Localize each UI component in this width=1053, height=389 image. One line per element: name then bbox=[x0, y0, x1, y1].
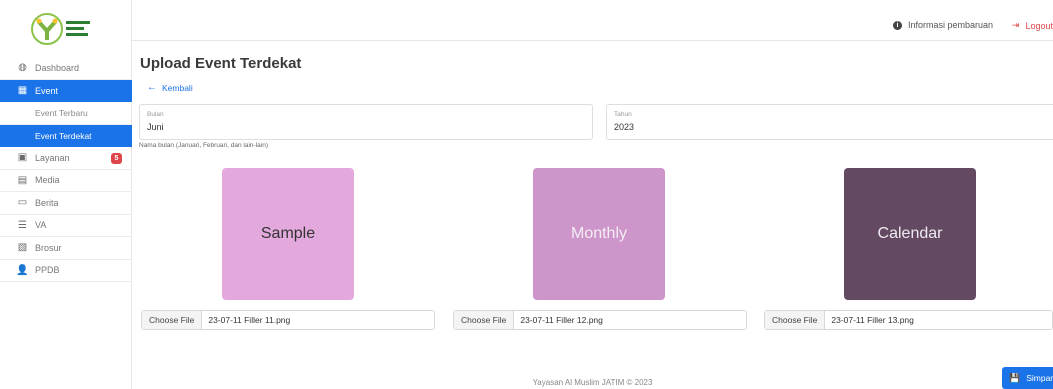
sidebar-item-label: Dashboard bbox=[35, 62, 80, 73]
choose-file-button[interactable]: Choose File bbox=[142, 311, 203, 329]
sidebar-item-label: Event bbox=[35, 85, 59, 96]
sidebar-item-event[interactable]: ▦ Event bbox=[0, 79, 132, 102]
file-input-3[interactable]: Choose File 23-07-11 Filler 13.png bbox=[764, 310, 1053, 330]
image-preview-text: Sample bbox=[260, 225, 316, 242]
calendar-icon: ▦ bbox=[17, 85, 28, 97]
dashboard-icon: ◍ bbox=[18, 62, 27, 74]
logout-label: Logout bbox=[1025, 20, 1053, 31]
back-link[interactable]: ← Kembali bbox=[147, 82, 193, 93]
tahun-field[interactable]: Tahun 2023 bbox=[606, 104, 1053, 140]
sidebar-item-label: Event Terdekat bbox=[35, 130, 92, 141]
file-input-2[interactable]: Choose File 23-07-11 Filler 12.png bbox=[453, 310, 747, 330]
sidebar-item-va[interactable]: ☰ VA bbox=[0, 215, 132, 237]
sidebar-subitem-event-terdekat[interactable]: Event Terdekat bbox=[0, 124, 132, 147]
bulan-field[interactable]: Bulan Juni bbox=[139, 104, 593, 140]
tahun-value: 2023 bbox=[614, 122, 635, 132]
image-preview-1: Sample bbox=[222, 168, 354, 300]
service-icon: ▣ bbox=[17, 152, 28, 164]
page-title: Upload Event Terdekat bbox=[140, 55, 302, 72]
sidebar-item-brosur[interactable]: ▧ Brosur bbox=[0, 237, 132, 260]
update-info-label: Informasi pembaruan bbox=[907, 20, 993, 30]
bulan-label: Bulan bbox=[147, 111, 164, 118]
bulan-help-text: Nama bulan (Januari, Februari, dan lain-… bbox=[139, 142, 268, 149]
sidebar-item-dashboard[interactable]: ◍ Dashboard bbox=[0, 57, 132, 80]
arrow-left-icon: ← bbox=[147, 82, 157, 93]
sidebar-subitem-event-terbaru[interactable]: Event Terbaru bbox=[0, 102, 132, 125]
sidebar-item-label: Brosur bbox=[35, 242, 62, 253]
tahun-label: Tahun bbox=[614, 111, 632, 118]
bulan-value: Juni bbox=[147, 122, 164, 132]
logout-link[interactable]: ⇥ Logout bbox=[1012, 20, 1053, 31]
file-name: 23-07-11 Filler 11.png bbox=[208, 315, 291, 325]
sidebar: ◍ Dashboard ▦ Event Event Terbaru Event … bbox=[0, 0, 132, 389]
sidebar-item-label: Event Terbaru bbox=[35, 107, 88, 118]
sidebar-item-ppdb[interactable]: 👤 PPDB bbox=[0, 260, 132, 282]
sidebar-item-berita[interactable]: ▭ Berita bbox=[0, 192, 132, 215]
va-icon: ☰ bbox=[18, 219, 27, 231]
brochure-icon: ▧ bbox=[17, 242, 28, 254]
sidebar-item-label: Media bbox=[35, 175, 60, 186]
top-bar: i Informasi pembaruan ⇥ Logout bbox=[132, 0, 1053, 41]
sidebar-item-label: Berita bbox=[35, 197, 59, 208]
image-preview-2: Monthly bbox=[533, 168, 665, 300]
choose-file-button[interactable]: Choose File bbox=[454, 311, 515, 329]
image-preview-text: Monthly bbox=[570, 225, 628, 242]
sidebar-item-label: Layanan bbox=[35, 152, 70, 163]
sidebar-item-label: PPDB bbox=[35, 265, 60, 276]
news-icon: ▭ bbox=[17, 197, 28, 209]
file-input-1[interactable]: Choose File 23-07-11 Filler 11.png bbox=[141, 310, 435, 330]
sidebar-item-label: VA bbox=[35, 220, 47, 231]
sidebar-nav: ◍ Dashboard ▦ Event Event Terbaru Event … bbox=[0, 57, 132, 282]
info-icon: i bbox=[892, 20, 902, 30]
file-name: 23-07-11 Filler 12.png bbox=[520, 315, 603, 325]
choose-file-button[interactable]: Choose File bbox=[765, 311, 826, 329]
update-info-link[interactable]: i Informasi pembaruan bbox=[892, 20, 993, 30]
image-preview-text: Calendar bbox=[877, 225, 943, 242]
file-name: 23-07-11 Filler 13.png bbox=[831, 315, 914, 325]
footer-text: Yayasan Al Muslim JATIM © 2023 bbox=[532, 378, 653, 387]
sidebar-item-media[interactable]: ▤ Media bbox=[0, 170, 132, 192]
logout-icon: ⇥ bbox=[1011, 20, 1020, 30]
image-preview-3: Calendar bbox=[844, 168, 976, 300]
school-logo[interactable] bbox=[30, 12, 106, 46]
media-icon: ▤ bbox=[17, 174, 28, 186]
notification-badge: 5 bbox=[111, 153, 122, 164]
sidebar-item-layanan[interactable]: ▣ Layanan 5 bbox=[0, 147, 132, 170]
add-user-icon: 👤 bbox=[16, 264, 29, 276]
back-label: Kembali bbox=[162, 82, 193, 93]
